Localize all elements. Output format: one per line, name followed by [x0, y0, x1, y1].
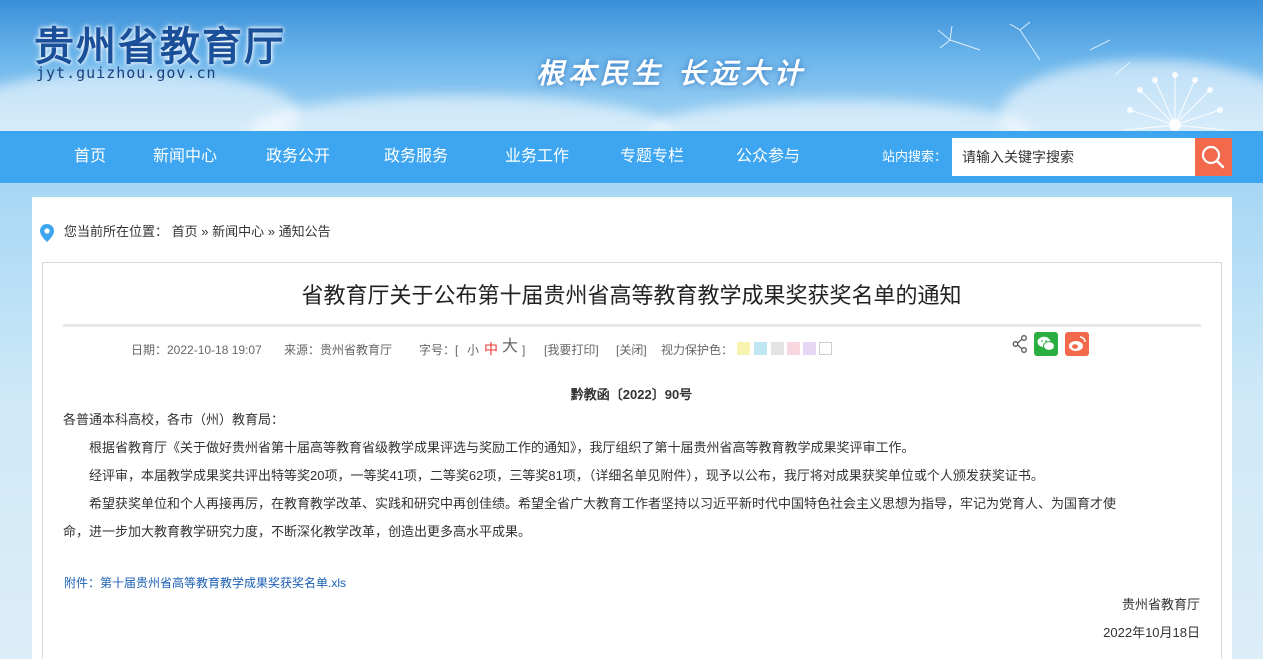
eye-care-label: 视力保护色：: [661, 343, 734, 357]
location-pin-icon: [40, 224, 54, 242]
eye-care-swatch-white[interactable]: [819, 342, 832, 355]
nav-item-news[interactable]: 新闻中心: [153, 131, 217, 183]
search-label: 站内搜索：: [882, 149, 948, 164]
search-input[interactable]: [952, 138, 1195, 176]
breadcrumb-prefix: 您当前所在位置：: [64, 224, 169, 239]
dandelion-icon: [1089, 39, 1226, 131]
article-paragraph: 经评审，本届教学成果奖共评出特等奖20项，一等奖41项，二等奖62项，三等奖81…: [89, 468, 1044, 483]
eye-care-swatch-blue[interactable]: [754, 342, 767, 355]
nav-item-topics[interactable]: 专题专栏: [620, 131, 684, 183]
search-icon: [1201, 145, 1225, 169]
article-title: 省教育厅关于公布第十届贵州省高等教育教学成果奖获奖名单的通知: [301, 283, 962, 308]
title-divider: [63, 324, 1201, 327]
nav-item-gov-affairs[interactable]: 政务公开: [266, 131, 330, 183]
cloud-decoration: [650, 100, 1030, 131]
font-size-close: ]: [522, 343, 526, 357]
eye-care-swatch-gray[interactable]: [771, 342, 784, 355]
site-domain: jyt.guizhou.gov.cn: [36, 64, 217, 82]
wechat-share-button[interactable]: [1034, 332, 1058, 356]
article-source: 来源：贵州省教育厅: [284, 343, 393, 357]
sign-date: 2022年10月18日: [1103, 625, 1200, 640]
article-paragraph: 根据省教育厅《关于做好贵州省第十届高等教育省级教学成果评选与奖励工作的通知》，我…: [89, 440, 915, 455]
search-button[interactable]: [1195, 138, 1232, 176]
font-size-small[interactable]: 小: [467, 341, 479, 359]
nav-item-home[interactable]: 首页: [74, 131, 106, 183]
close-link[interactable]: [关闭]: [616, 341, 647, 359]
salutation: 各普通本科高校，各市（州）教育局：: [63, 412, 285, 427]
document-number: 黔教函〔2022〕90号: [570, 387, 693, 402]
weibo-icon: [1069, 336, 1086, 351]
eye-care-swatch-purple[interactable]: [803, 342, 816, 355]
cloud-decoration: [250, 95, 670, 131]
breadcrumb-notice[interactable]: 通知公告: [279, 224, 331, 239]
article-date: 日期：2022-10-18 19:07: [131, 343, 262, 357]
weibo-share-button[interactable]: [1065, 332, 1089, 356]
seed-icon: [937, 21, 1041, 61]
eye-care-swatch-yellow[interactable]: [737, 342, 750, 355]
share-icon[interactable]: [1012, 335, 1028, 353]
attachment-link[interactable]: 附件：第十届贵州省高等教育教学成果奖获奖名单.xls: [64, 574, 346, 591]
breadcrumb-separator: »: [201, 224, 209, 239]
breadcrumb-news[interactable]: 新闻中心: [212, 224, 264, 239]
font-size-medium[interactable]: 中: [484, 340, 498, 358]
signature: 贵州省教育厅: [1121, 597, 1200, 612]
article-paragraph: 命，进一步加大教育教学研究力度，不断深化教学改革，创造出更多高水平成果。: [63, 524, 532, 539]
wechat-icon: [1037, 336, 1055, 351]
eye-care-swatch-pink[interactable]: [787, 342, 800, 355]
print-link[interactable]: [我要打印]: [544, 341, 599, 359]
nav-item-services[interactable]: 政务服务: [384, 131, 448, 183]
slogan: 根本民生 长远大计: [536, 57, 806, 90]
breadcrumb-separator: »: [267, 224, 276, 239]
breadcrumb-home[interactable]: 首页: [172, 224, 198, 239]
font-size-label: 字号：[: [419, 343, 459, 357]
font-size-large[interactable]: 大: [502, 338, 518, 356]
breadcrumb: 您当前所在位置： 首页 » 新闻中心 » 通知公告: [64, 221, 331, 243]
nav-item-business[interactable]: 业务工作: [505, 131, 569, 183]
article-paragraph: 希望获奖单位和个人再接再厉，在教育教学改革、实践和研究中再创佳绩。希望全省广大教…: [89, 496, 1117, 511]
nav-item-participation[interactable]: 公众参与: [736, 131, 800, 183]
header-banner: 贵州省教育厅 jyt.guizhou.gov.cn 根本民生 长远大计: [0, 0, 1263, 131]
